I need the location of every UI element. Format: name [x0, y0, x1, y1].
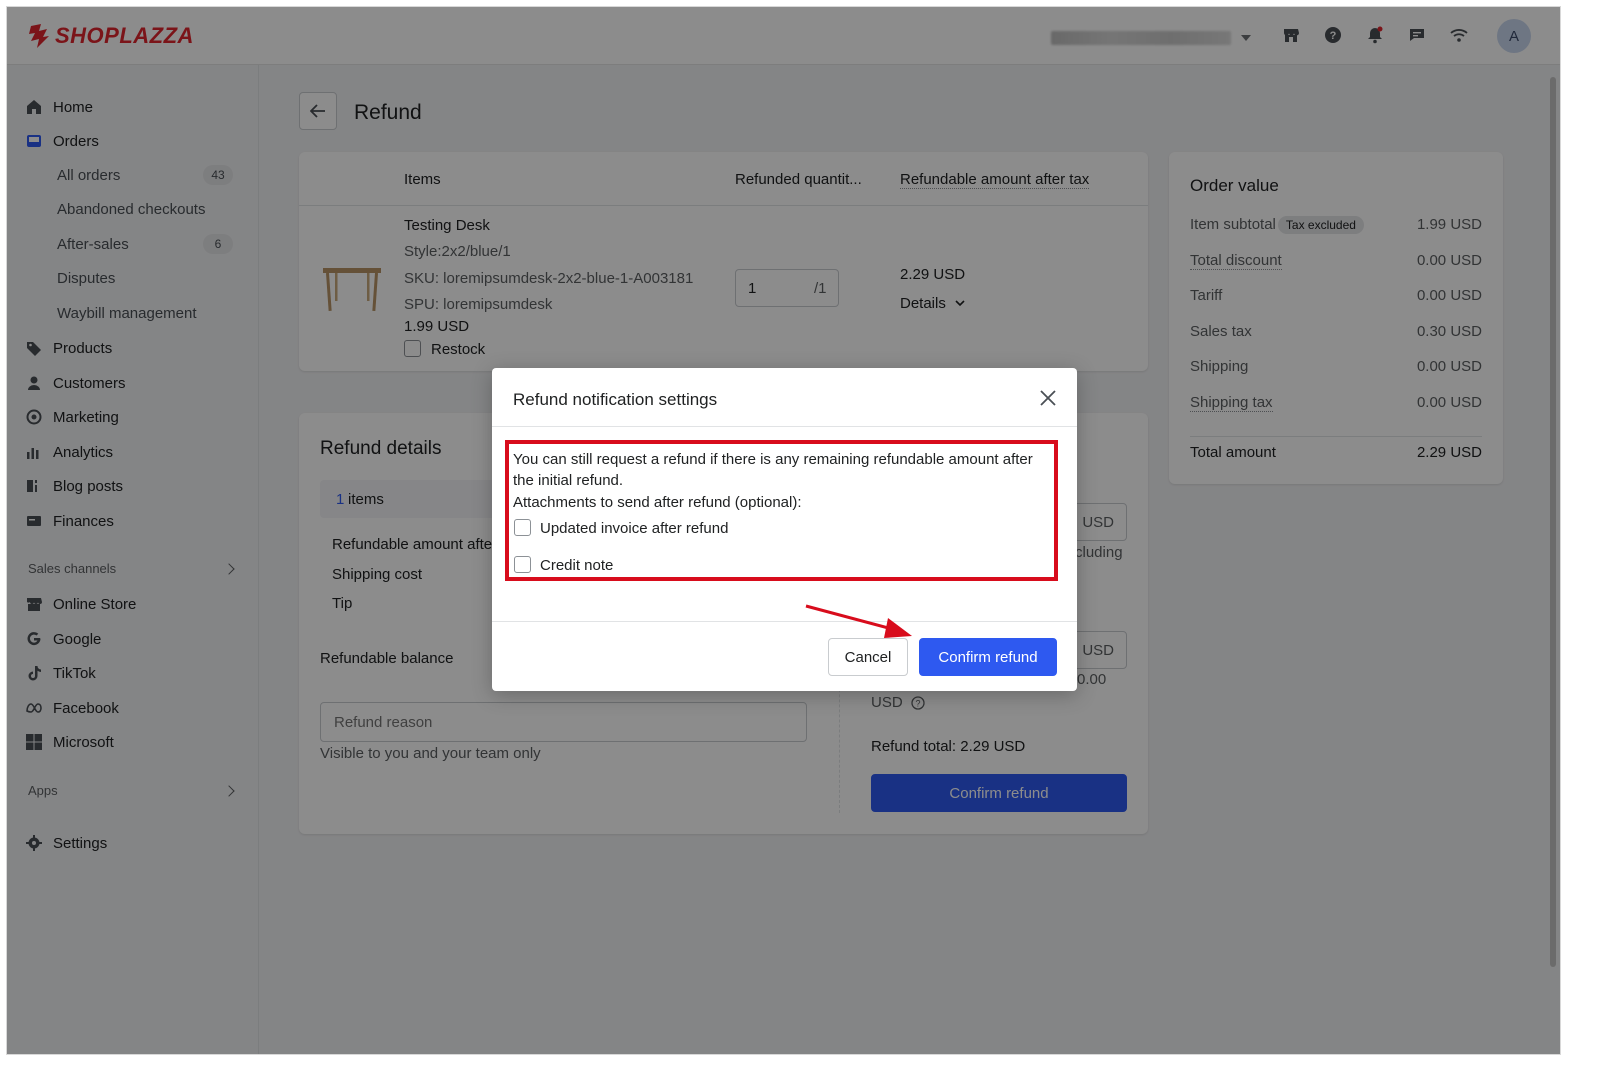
app-window: SHOPLAZZA ? A Home Orders All orders 43 …	[6, 6, 1561, 1055]
divider	[492, 621, 1077, 622]
credit-note-checkbox[interactable]	[514, 556, 531, 573]
refund-notification-modal: Refund notification settings You can sti…	[492, 368, 1077, 691]
modal-title: Refund notification settings	[513, 390, 718, 409]
cancel-button[interactable]: Cancel	[828, 638, 908, 676]
attachments-label: Attachments to send after refund (option…	[513, 494, 802, 511]
updated-invoice-label: Updated invoice after refund	[540, 520, 729, 537]
notice-line-1: You can still request a refund if there …	[513, 451, 1033, 468]
divider	[492, 426, 1077, 427]
modal-confirm-refund-button[interactable]: Confirm refund	[919, 638, 1057, 676]
annotation-arrow	[805, 604, 912, 638]
credit-note-label: Credit note	[540, 557, 614, 574]
close-icon[interactable]	[1036, 386, 1060, 410]
notice-line-2: the initial refund.	[513, 472, 624, 489]
updated-invoice-checkbox[interactable]	[514, 519, 531, 536]
